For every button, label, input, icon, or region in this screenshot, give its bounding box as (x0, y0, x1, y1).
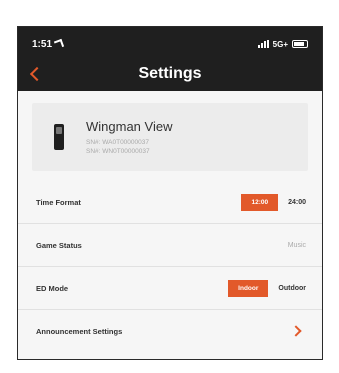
game-status-value: Music (287, 241, 306, 249)
battery-icon (292, 40, 308, 48)
game-status-row[interactable]: Game Status Music (18, 224, 322, 267)
top-bar: 1:51 5G+ Settings (18, 27, 322, 91)
ed-mode-indoor-option[interactable]: Indoor (228, 279, 269, 297)
device-serial-1: SN#: WA0T00000037 (86, 138, 149, 146)
time-format-12-option[interactable]: 12:00 (241, 193, 279, 211)
time-format-24-option[interactable]: 24:00 (288, 199, 306, 206)
ed-mode-row: ED Mode Indoor Outdoor (18, 267, 322, 310)
announcement-settings-row[interactable]: Announcement Settings (18, 310, 322, 352)
device-card[interactable]: Wingman View SN#: WA0T00000037 SN#: WN0T… (32, 103, 308, 171)
signal-icon (257, 40, 269, 48)
settings-list: Time Format 12:00 24:00 Game Status Musi… (18, 181, 322, 352)
ed-mode-toggle: Indoor Outdoor (228, 279, 306, 297)
phone-screen: 1:51 5G+ Settings Wingman View SN#: WA0T… (17, 26, 323, 360)
carrier-text: 5G+ (272, 39, 288, 49)
device-name: Wingman View (86, 118, 173, 134)
time-format-label: Time Format (36, 197, 81, 207)
chevron-right-icon (290, 325, 302, 337)
page-title: Settings (138, 65, 202, 82)
time-format-toggle: 12:00 24:00 (241, 193, 306, 211)
ed-mode-outdoor-option[interactable]: Outdoor (278, 285, 306, 292)
time-format-row: Time Format 12:00 24:00 (18, 181, 322, 224)
device-icon (54, 124, 64, 150)
location-arrow-icon (53, 38, 65, 50)
status-time: 1:51 (32, 38, 53, 50)
announcement-settings-label: Announcement Settings (36, 326, 123, 336)
status-bar: 1:51 5G+ (32, 37, 308, 51)
game-status-label: Game Status (36, 240, 82, 250)
ed-mode-label: ED Mode (36, 283, 69, 293)
device-serial-2: SN#: WN0T00000037 (86, 147, 150, 155)
